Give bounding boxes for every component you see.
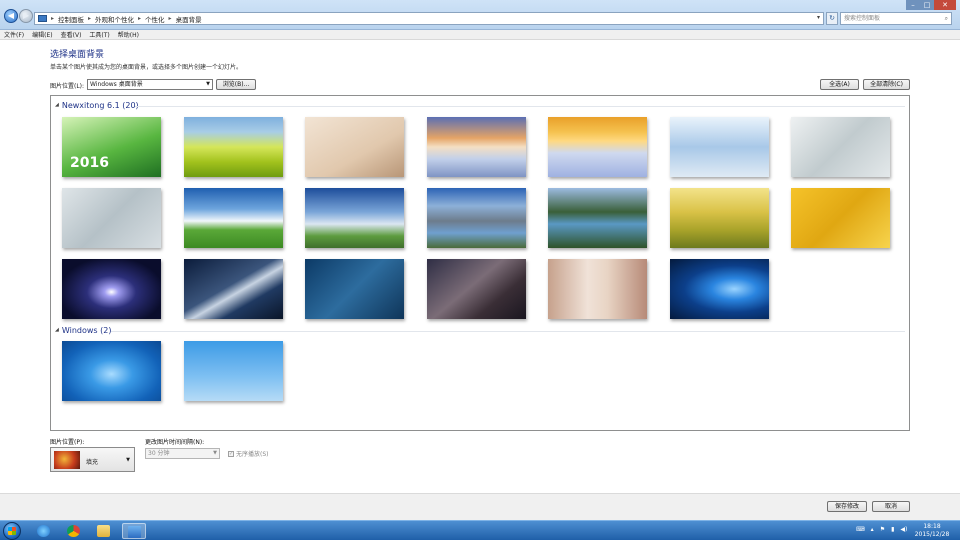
chrome-icon bbox=[67, 525, 80, 537]
control-panel-icon bbox=[128, 526, 141, 538]
ie-icon bbox=[37, 525, 50, 537]
page-subtitle: 单击某个图片使其成为您的桌面背景，或选择多个图片创建一个幻灯片。 bbox=[50, 64, 243, 71]
flag-icon[interactable]: ⚑ bbox=[880, 526, 885, 533]
picture-position-label: 图片位置(P): bbox=[50, 439, 85, 446]
interval-label: 更改图片时间间隔(N): bbox=[145, 439, 205, 446]
clear-all-button[interactable]: 全部清除(C) bbox=[863, 79, 910, 90]
start-button[interactable] bbox=[3, 522, 21, 540]
wallpaper-thumb-blue-nebula[interactable] bbox=[305, 259, 404, 319]
wallpaper-thumb-windows-10[interactable] bbox=[669, 259, 769, 319]
wallpaper-thumb-desert-figure[interactable] bbox=[305, 117, 404, 177]
network-icon[interactable]: ▮ bbox=[891, 526, 894, 533]
picture-location-select[interactable]: Windows 桌面背景 ▼ bbox=[87, 79, 213, 90]
cancel-button[interactable]: 取消 bbox=[872, 501, 910, 512]
windows-logo-icon bbox=[8, 527, 16, 535]
wallpaper-thumb-snow-sunrise[interactable] bbox=[548, 117, 647, 177]
taskbar: ⌨ ▴ ⚑ ▮ ◀) 18:18 2015/12/28 bbox=[0, 520, 960, 540]
browse-button[interactable]: 浏览(B)... bbox=[216, 79, 256, 90]
menu-view[interactable]: 查看(V) bbox=[61, 30, 82, 39]
group-header-windows[interactable]: ◢ Windows (2) bbox=[55, 325, 111, 335]
volume-icon[interactable]: ◀) bbox=[900, 526, 907, 533]
menu-file[interactable]: 文件(F) bbox=[4, 30, 24, 39]
menu-tools[interactable]: 工具(T) bbox=[89, 30, 109, 39]
taskbar-control-panel[interactable] bbox=[122, 523, 146, 539]
minimize-button[interactable]: – bbox=[906, 0, 920, 10]
keyboard-icon[interactable]: ⌨ bbox=[856, 526, 865, 533]
footer-bar: 保存修改 取消 bbox=[0, 493, 960, 520]
forward-button[interactable]: ▶ bbox=[19, 9, 33, 23]
maximize-button[interactable]: □ bbox=[920, 0, 934, 10]
clock[interactable]: 18:18 2015/12/28 bbox=[912, 523, 952, 539]
taskbar-ie[interactable] bbox=[32, 523, 56, 539]
wallpaper-thumb-yellow-hills[interactable] bbox=[669, 188, 769, 248]
refresh-icon[interactable]: ↻ bbox=[826, 12, 838, 25]
shuffle-checkbox[interactable]: ✓ 无序播放(S) bbox=[228, 449, 269, 458]
folder-icon bbox=[97, 525, 110, 537]
wallpaper-thumb-frost-feather[interactable] bbox=[62, 188, 161, 248]
menu-bar: 文件(F) 编辑(E) 查看(V) 工具(T) 帮助(H) bbox=[0, 30, 960, 40]
show-hidden-icon[interactable]: ▴ bbox=[871, 526, 874, 533]
wallpaper-thumb-milky-way[interactable] bbox=[426, 259, 526, 319]
page-title: 选择桌面背景 bbox=[50, 50, 105, 60]
close-button[interactable]: ✕ bbox=[934, 0, 956, 10]
search-input[interactable]: 搜索控制面板 ⌕ bbox=[840, 12, 952, 25]
wallpaper-thumb-windows-7[interactable] bbox=[62, 341, 161, 401]
system-tray: ⌨ ▴ ⚑ ▮ ◀) bbox=[856, 526, 907, 533]
taskbar-explorer[interactable] bbox=[92, 523, 116, 539]
position-preview-image bbox=[54, 451, 80, 469]
search-icon[interactable]: ⌕ bbox=[945, 13, 948, 24]
wallpaper-thumb-golden-leaves[interactable] bbox=[791, 188, 890, 248]
save-changes-button[interactable]: 保存修改 bbox=[827, 501, 867, 512]
chevron-down-icon: ▼ bbox=[213, 450, 217, 456]
title-bar: ◀ ▶ ▸ 控制面板 ▸ 外观和个性化 ▸ 个性化 ▸ 桌面背景 ▾ ↻ 搜索控… bbox=[0, 0, 960, 30]
checkbox-icon[interactable]: ✓ bbox=[228, 450, 234, 457]
wallpaper-thumb-rapeseed-field[interactable] bbox=[183, 117, 283, 177]
wallpaper-list[interactable]: ◢ Newxitong 6.1 (20) ◢ Windows (2) 2016 bbox=[50, 95, 910, 431]
picture-position-select[interactable]: 填充 ▼ bbox=[50, 447, 135, 472]
chevron-down-icon: ▼ bbox=[206, 81, 210, 87]
collapse-triangle-icon[interactable]: ◢ bbox=[55, 327, 59, 333]
clock-date: 2015/12/28 bbox=[914, 531, 950, 538]
chevron-down-icon: ▼ bbox=[126, 457, 130, 463]
breadcrumb-desktop-background[interactable]: 桌面背景 bbox=[176, 14, 202, 24]
collapse-triangle-icon[interactable]: ◢ bbox=[55, 102, 59, 108]
breadcrumb-control-panel[interactable]: 控制面板 bbox=[58, 14, 84, 24]
group-header-newxitong[interactable]: ◢ Newxitong 6.1 (20) bbox=[55, 100, 139, 110]
control-panel-icon bbox=[38, 15, 47, 22]
select-all-button[interactable]: 全选(A) bbox=[820, 79, 859, 90]
wallpaper-thumb-galaxy-andromeda[interactable] bbox=[183, 259, 283, 319]
wallpaper-thumb-windmill-coast[interactable] bbox=[305, 188, 404, 248]
clock-time: 18:18 bbox=[923, 523, 941, 530]
breadcrumb-personalization[interactable]: 个性化 bbox=[145, 14, 165, 24]
wallpaper-thumb-galaxy-spiral[interactable] bbox=[62, 259, 161, 319]
back-button[interactable]: ◀ bbox=[4, 9, 18, 23]
wallpaper-thumb-girl-portrait[interactable] bbox=[548, 259, 647, 319]
taskbar-chrome[interactable] bbox=[62, 523, 86, 539]
picture-location-label: 图片位置(L): bbox=[50, 83, 85, 90]
wallpaper-thumb-frost-tree[interactable] bbox=[669, 117, 769, 177]
interval-select[interactable]: 30 分钟 ▼ bbox=[145, 448, 220, 459]
wallpaper-thumb-green-2016[interactable]: 2016 bbox=[62, 117, 161, 177]
wallpaper-thumb-frost-leaf[interactable] bbox=[791, 117, 890, 177]
menu-help[interactable]: 帮助(H) bbox=[118, 30, 139, 39]
address-bar[interactable]: ▸ 控制面板 ▸ 外观和个性化 ▸ 个性化 ▸ 桌面背景 ▾ bbox=[34, 12, 824, 25]
menu-edit[interactable]: 编辑(E) bbox=[32, 30, 52, 39]
wallpaper-thumb-snow-sunset[interactable] bbox=[426, 117, 526, 177]
wallpaper-thumb-mountain-lake[interactable] bbox=[426, 188, 526, 248]
thumb-overlay-text: 2016 bbox=[70, 155, 109, 171]
address-dropdown-icon[interactable]: ▾ bbox=[817, 14, 820, 21]
wallpaper-thumb-daisies[interactable] bbox=[183, 341, 283, 401]
wallpaper-thumb-blue-sky-field[interactable] bbox=[183, 188, 283, 248]
breadcrumb-appearance[interactable]: 外观和个性化 bbox=[95, 14, 134, 24]
wallpaper-thumb-green-lake[interactable] bbox=[548, 188, 647, 248]
